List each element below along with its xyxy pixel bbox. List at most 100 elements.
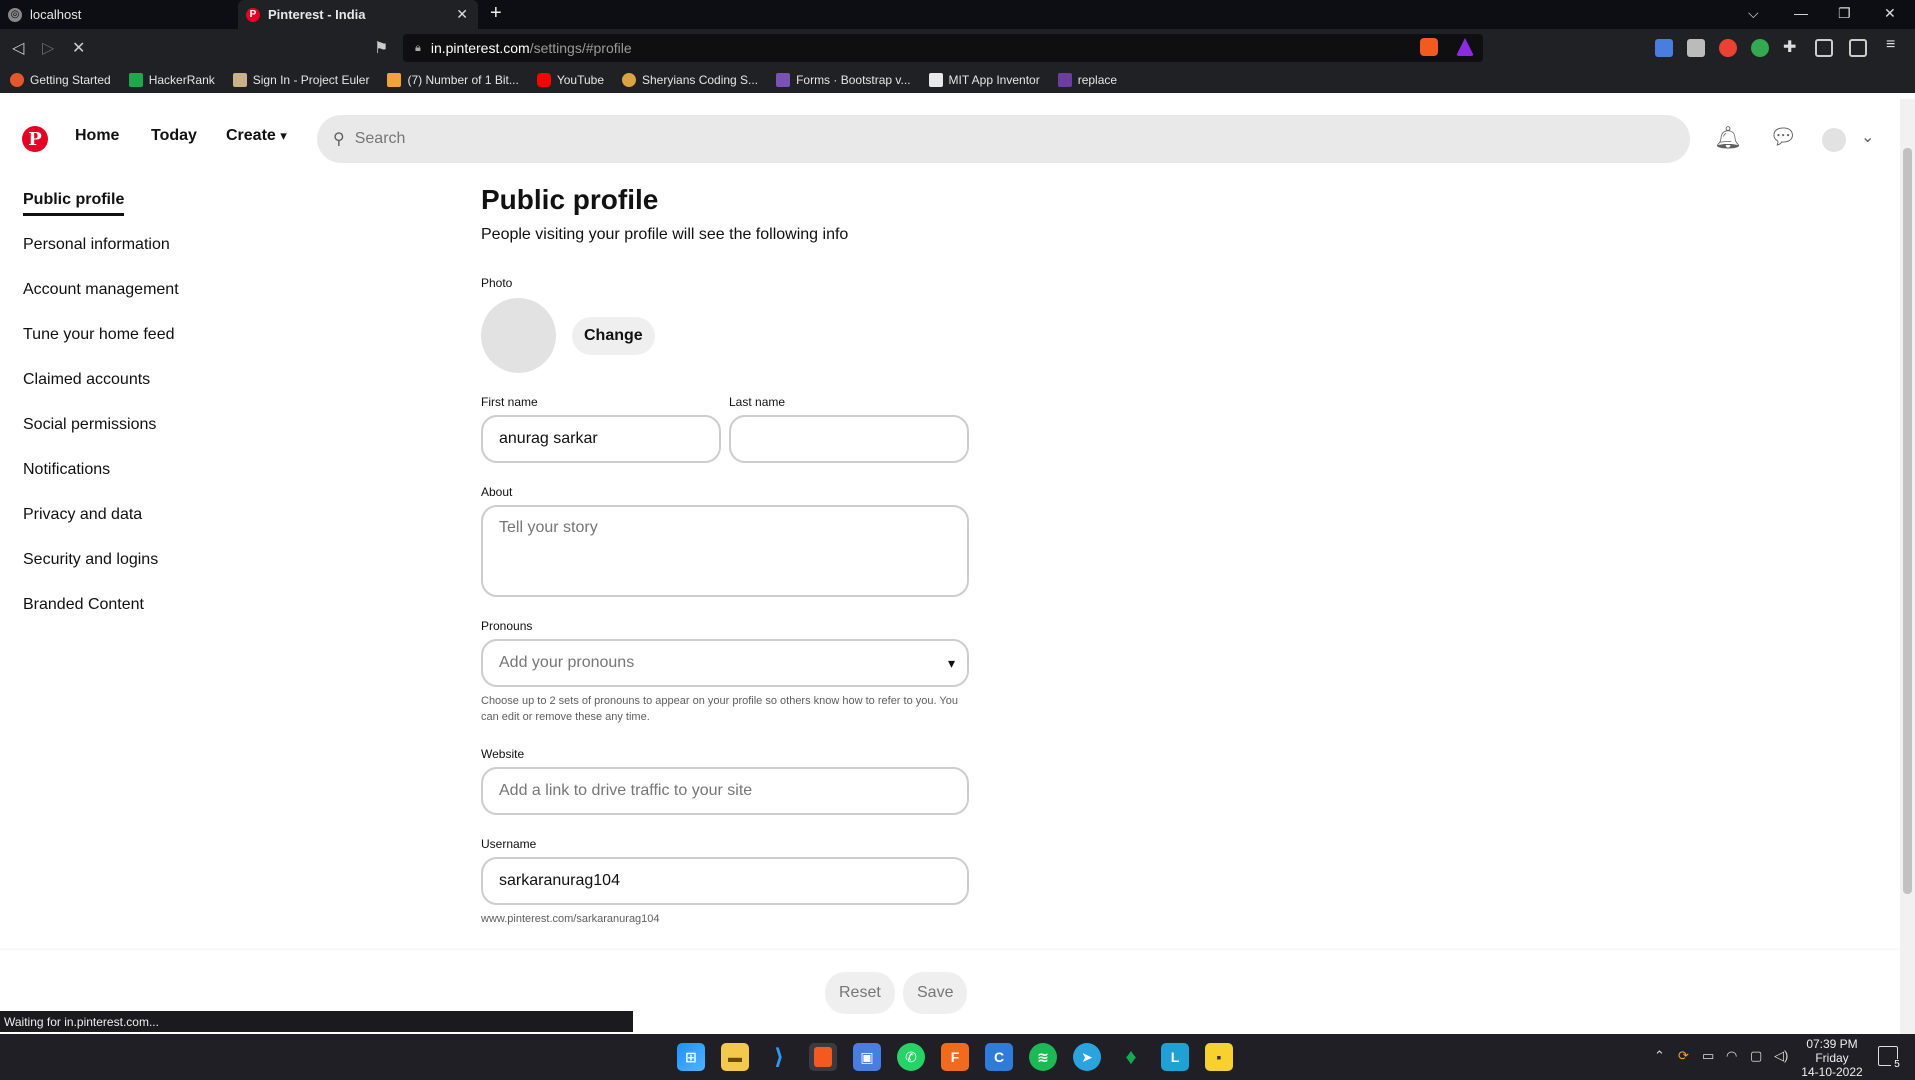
extension-icon[interactable] [1687, 39, 1705, 57]
sidebar-item-security-and-logins[interactable]: Security and logins [23, 546, 323, 591]
pronouns-select[interactable]: Add your pronouns ▾ [481, 639, 969, 687]
profile-url-text: www.pinterest.com/sarkaranurag104 [481, 913, 660, 925]
stop-loading-icon[interactable]: ✕ [72, 38, 85, 58]
bookmark-sheryians[interactable]: Sheryians Coding S... [622, 73, 758, 87]
bookmark-getting-started[interactable]: Getting Started [10, 73, 111, 87]
search-input[interactable]: ⚲ Search [317, 115, 1690, 163]
taskbar-clock[interactable]: 07:39 PM Friday 14-10-2022 [1792, 1037, 1872, 1079]
last-name-field[interactable] [729, 415, 969, 463]
close-window-icon[interactable]: ✕ [1884, 5, 1896, 22]
sidebar-item-claimed-accounts[interactable]: Claimed accounts [23, 366, 323, 411]
pinterest-logo-icon[interactable]: P [22, 126, 48, 152]
settings-sidebar: Public profile Personal information Acco… [23, 186, 323, 636]
windows-taskbar: ⊞ ▬ ⟩ ▣ ✆ F C ≋ ➤ ♦ L ▪ ⌃ ⟳ ▭ ◠ ▢ ◁) 07:… [0, 1034, 1915, 1080]
page-subtitle: People visiting your profile will see th… [481, 226, 849, 243]
bookmark-project-euler[interactable]: Sign In - Project Euler [232, 73, 369, 87]
wallet-icon[interactable] [1849, 39, 1867, 57]
sidebar-item-public-profile[interactable]: Public profile [23, 186, 323, 231]
sidebar-toggle-icon[interactable] [1815, 39, 1833, 57]
sync-icon[interactable]: ⟳ [1678, 1048, 1689, 1064]
address-bar-row: ◁ ▷ ✕ ⚑ 🔒︎ in.pinterest.com/settings/#pr… [0, 29, 1915, 67]
about-textarea[interactable]: Tell your story [481, 505, 969, 597]
new-tab-button[interactable]: + [490, 2, 502, 25]
telegram-icon[interactable]: ➤ [1073, 1043, 1101, 1071]
bookmark-leetcode[interactable]: (7) Number of 1 Bit... [387, 73, 519, 87]
nav-home[interactable]: Home [75, 127, 119, 145]
l-app-icon[interactable]: L [1161, 1043, 1189, 1071]
translate-extension-icon[interactable] [1655, 39, 1673, 57]
battery-icon[interactable]: ▭ [1702, 1048, 1714, 1064]
first-name-field[interactable]: anurag sarkar [481, 415, 721, 463]
bookmark-icon[interactable]: ⚑ [374, 38, 388, 58]
nav-create[interactable]: Create ▾ [226, 127, 287, 145]
tab-localhost[interactable]: ◎ localhost [0, 0, 238, 29]
globe-icon: ◎ [8, 7, 22, 22]
store-icon[interactable]: ▣ [853, 1043, 881, 1071]
sidebar-item-account-management[interactable]: Account management [23, 276, 323, 321]
bookmarks-bar: Getting Started HackerRank Sign In - Pro… [0, 67, 1915, 93]
close-tab-icon[interactable]: ✕ [456, 6, 468, 23]
brave-browser-icon[interactable] [809, 1043, 837, 1071]
chevron-down-icon: ▾ [280, 128, 287, 143]
tray-chevron-up-icon[interactable]: ⌃ [1654, 1048, 1665, 1064]
bookmark-replace[interactable]: replace [1057, 73, 1117, 87]
display-icon[interactable]: ▢ [1750, 1048, 1762, 1064]
sidebar-item-notifications[interactable]: Notifications [23, 456, 323, 501]
sidebar-item-personal-information[interactable]: Personal information [23, 231, 323, 276]
back-icon[interactable]: ◁ [12, 38, 24, 58]
color-picker-extension-icon[interactable] [1719, 39, 1737, 57]
first-name-label: First name [481, 395, 538, 409]
wifi-icon[interactable]: ◠ [1726, 1048, 1737, 1064]
file-explorer-icon[interactable]: ▬ [721, 1043, 749, 1071]
pronouns-help-text: Choose up to 2 sets of pronouns to appea… [481, 695, 958, 723]
whatsapp-icon[interactable]: ✆ [897, 1043, 925, 1071]
project-euler-icon [232, 73, 247, 87]
username-field[interactable]: sarkaranurag104 [481, 857, 969, 905]
windows-start-icon[interactable]: ⊞ [677, 1043, 705, 1071]
notifications-bell-icon[interactable]: 🔔︎ [1714, 125, 1742, 151]
sidebar-item-tune-home-feed[interactable]: Tune your home feed [23, 321, 323, 366]
code-app-icon[interactable]: C [985, 1043, 1013, 1071]
sidebar-item-social-permissions[interactable]: Social permissions [23, 411, 323, 456]
url-field[interactable]: 🔒︎ in.pinterest.com/settings/#profile [403, 34, 1483, 62]
bookmark-bootstrap-forms[interactable]: Forms · Bootstrap v... [776, 73, 911, 87]
sidebar-item-branded-content[interactable]: Branded Content [23, 591, 323, 636]
tab-search-icon[interactable]: ⌵ [1748, 5, 1759, 22]
save-button[interactable]: Save [903, 972, 968, 1014]
spotify-icon[interactable]: ≋ [1029, 1043, 1057, 1071]
minimize-icon[interactable]: — [1794, 5, 1808, 21]
tab-pinterest[interactable]: P Pinterest - India ✕ [238, 0, 478, 29]
brave-shield-icon[interactable] [1420, 38, 1438, 56]
puzzle-icon[interactable]: ✚ [1783, 37, 1801, 56]
scrollbar-thumb[interactable] [1903, 148, 1912, 894]
sticky-notes-icon[interactable]: ▪ [1205, 1043, 1233, 1071]
bookmark-youtube[interactable]: YouTube [536, 73, 604, 87]
hackerrank-icon [128, 73, 143, 87]
volume-icon[interactable]: ◁) [1774, 1048, 1788, 1064]
tab-title: Pinterest - India [268, 7, 366, 22]
messages-icon[interactable]: 💬︎ [1769, 124, 1797, 150]
chevron-down-icon: ▾ [947, 654, 955, 671]
mongodb-icon[interactable]: ♦ [1117, 1043, 1145, 1071]
reset-button[interactable]: Reset [825, 972, 895, 1014]
pronouns-label: Pronouns [481, 619, 533, 633]
bookmark-hackerrank[interactable]: HackerRank [128, 73, 215, 87]
forward-icon[interactable]: ▷ [42, 38, 54, 58]
leetcode-icon [387, 73, 402, 87]
menu-icon[interactable]: ≡ [1886, 36, 1904, 54]
account-chevron-down-icon[interactable]: ⌄ [1861, 127, 1874, 147]
bookmark-mit-app-inventor[interactable]: MIT App Inventor [928, 73, 1040, 87]
sidebar-item-privacy-and-data[interactable]: Privacy and data [23, 501, 323, 546]
restore-icon[interactable]: ❐ [1838, 5, 1851, 22]
nav-today[interactable]: Today [151, 127, 197, 145]
avatar[interactable] [1822, 128, 1846, 152]
grammar-extension-icon[interactable] [1751, 39, 1769, 57]
pinterest-favicon-icon: P [246, 7, 260, 22]
bootstrap-icon [776, 73, 791, 87]
website-field[interactable]: Add a link to drive traffic to your site [481, 767, 969, 815]
vscode-icon[interactable]: ⟩ [765, 1043, 793, 1071]
mit-app-inventor-icon [928, 73, 943, 87]
notification-center-icon[interactable]: 5 [1878, 1046, 1903, 1071]
freecodecamp-icon[interactable]: F [941, 1043, 969, 1071]
change-photo-button[interactable]: Change [572, 316, 655, 355]
